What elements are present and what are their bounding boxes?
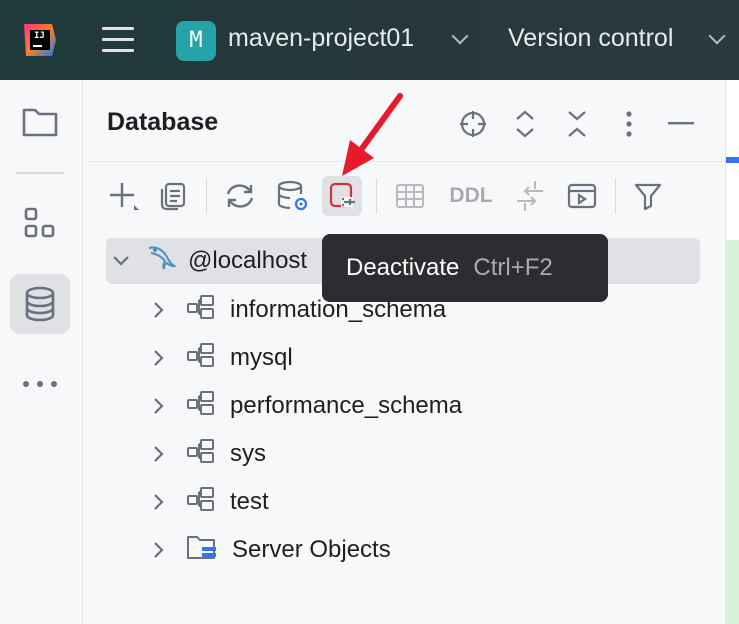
project-chevron-down-icon[interactable] xyxy=(451,27,469,45)
chevron-right-icon[interactable] xyxy=(144,541,174,559)
logo-text: IJ xyxy=(34,31,45,41)
schema-icon xyxy=(186,486,216,519)
structure-icon[interactable] xyxy=(10,193,70,253)
intellij-logo-icon[interactable]: IJ xyxy=(22,22,58,58)
ddl-button[interactable]: DDL xyxy=(447,176,495,216)
tree-item-schema[interactable]: sys xyxy=(144,431,266,477)
annotation-arrow-icon xyxy=(342,93,403,176)
panel-title: Database xyxy=(107,108,219,136)
project-badge[interactable]: M xyxy=(176,21,216,61)
folder-icon[interactable] xyxy=(10,92,70,152)
locate-icon[interactable] xyxy=(455,106,491,142)
server-folder-icon xyxy=(186,533,218,568)
schema-icon xyxy=(186,390,216,423)
compare-icon[interactable] xyxy=(510,176,550,216)
tooltip-shortcut: Ctrl+F2 xyxy=(473,254,553,281)
schema-icon xyxy=(186,294,216,327)
collapse-all-icon[interactable] xyxy=(559,106,595,142)
tree-item-schema[interactable]: performance_schema xyxy=(144,383,462,429)
refresh-icon[interactable] xyxy=(220,176,260,216)
tree-item-label: Server Objects xyxy=(232,536,391,563)
tree-root-label: @localhost xyxy=(188,247,308,274)
tree-item-schema[interactable]: test xyxy=(144,479,269,525)
strip-divider xyxy=(16,172,64,174)
duplicate-icon[interactable] xyxy=(153,176,193,216)
schema-icon xyxy=(186,438,216,471)
options-icon[interactable] xyxy=(611,106,647,142)
tree-item-label: mysql xyxy=(230,344,293,371)
tool-window-strip xyxy=(0,80,83,624)
chevron-right-icon[interactable] xyxy=(144,493,174,511)
main-menu-icon[interactable] xyxy=(102,27,134,55)
add-icon[interactable] xyxy=(103,176,143,216)
expand-all-icon[interactable] xyxy=(507,106,543,142)
deactivate-tooltip: Deactivate Ctrl+F2 xyxy=(322,234,608,302)
tree-item-schema[interactable]: mysql xyxy=(144,335,293,381)
chevron-right-icon[interactable] xyxy=(144,349,174,367)
tree-item-label: sys xyxy=(230,440,266,467)
chevron-right-icon[interactable] xyxy=(144,397,174,415)
console-icon[interactable] xyxy=(562,176,602,216)
version-control-menu[interactable]: Version control xyxy=(508,24,673,53)
ddl-label: DDL xyxy=(449,184,493,207)
tree-item-label: test xyxy=(230,488,269,515)
tree-item-label: performance_schema xyxy=(230,392,463,419)
minimize-icon[interactable] xyxy=(663,106,699,142)
tree-item-server-objects[interactable]: Server Objects xyxy=(144,527,391,573)
vcs-chevron-down-icon[interactable] xyxy=(708,27,726,45)
deactivate-icon xyxy=(329,182,355,208)
mysql-dolphin-icon xyxy=(146,244,178,279)
tooltip-label: Deactivate xyxy=(346,254,460,281)
toolbar-separator xyxy=(206,178,207,214)
chevron-right-icon[interactable] xyxy=(144,301,174,319)
schema-icon xyxy=(186,342,216,375)
project-name[interactable]: maven-project01 xyxy=(228,24,414,53)
more-icon[interactable] xyxy=(10,354,70,414)
editor-gutter-highlight xyxy=(726,240,739,624)
toolbar-separator xyxy=(615,178,616,214)
database-icon[interactable] xyxy=(10,274,70,334)
chevron-right-icon[interactable] xyxy=(144,445,174,463)
chevron-down-icon[interactable] xyxy=(106,255,136,267)
title-bar: IJ M maven-project01 Version control xyxy=(0,0,739,80)
filter-icon[interactable] xyxy=(628,176,668,216)
editor-tab-indicator xyxy=(726,157,739,163)
data-source-properties-icon[interactable] xyxy=(273,176,313,216)
